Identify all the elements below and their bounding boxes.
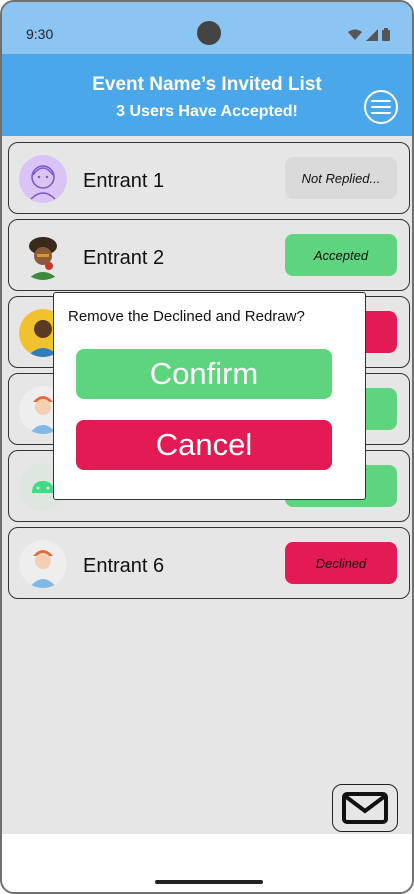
camera-cutout bbox=[197, 21, 221, 45]
page-subtitle: 3 Users Have Accepted! bbox=[116, 103, 298, 120]
signal-icon bbox=[366, 28, 378, 41]
list-item[interactable]: Entrant 6 Declined bbox=[8, 527, 410, 599]
page-title: Event Name’s Invited List bbox=[92, 74, 322, 95]
battery-icon bbox=[382, 28, 390, 41]
wifi-icon bbox=[348, 29, 362, 40]
entrant-name: Entrant 6 bbox=[83, 555, 165, 577]
phone-frame: 9:30 Event Name’s Invited List 3 Users H… bbox=[0, 0, 414, 894]
home-indicator[interactable] bbox=[155, 880, 263, 884]
cancel-button[interactable]: Cancel bbox=[76, 420, 332, 470]
mail-icon bbox=[342, 792, 388, 824]
status-time: 9:30 bbox=[26, 26, 54, 42]
status-badge[interactable]: Not Replied... bbox=[285, 157, 397, 199]
status-badge[interactable]: Declined bbox=[285, 542, 397, 584]
avatar bbox=[19, 540, 67, 588]
avatar bbox=[19, 155, 67, 203]
avatar bbox=[19, 232, 67, 280]
mail-button[interactable] bbox=[332, 784, 398, 832]
dialog-message: Remove the Declined and Redraw? bbox=[68, 308, 305, 325]
confirm-button[interactable]: Confirm bbox=[76, 349, 332, 399]
list-item[interactable]: Entrant 1 Not Replied... bbox=[8, 142, 410, 214]
system-nav-bar bbox=[2, 834, 412, 892]
app-header: Event Name’s Invited List 3 Users Have A… bbox=[2, 54, 412, 136]
status-icons bbox=[348, 28, 390, 41]
hamburger-menu-icon[interactable] bbox=[364, 90, 398, 124]
status-badge[interactable]: Accepted bbox=[285, 234, 397, 276]
entrant-name: Entrant 1 bbox=[83, 170, 165, 192]
entrant-name: Entrant 2 bbox=[83, 247, 165, 269]
list-item[interactable]: Entrant 2 Accepted bbox=[8, 219, 410, 291]
confirm-dialog: Remove the Declined and Redraw? Confirm … bbox=[53, 292, 366, 500]
status-bar: 9:30 bbox=[2, 2, 412, 54]
